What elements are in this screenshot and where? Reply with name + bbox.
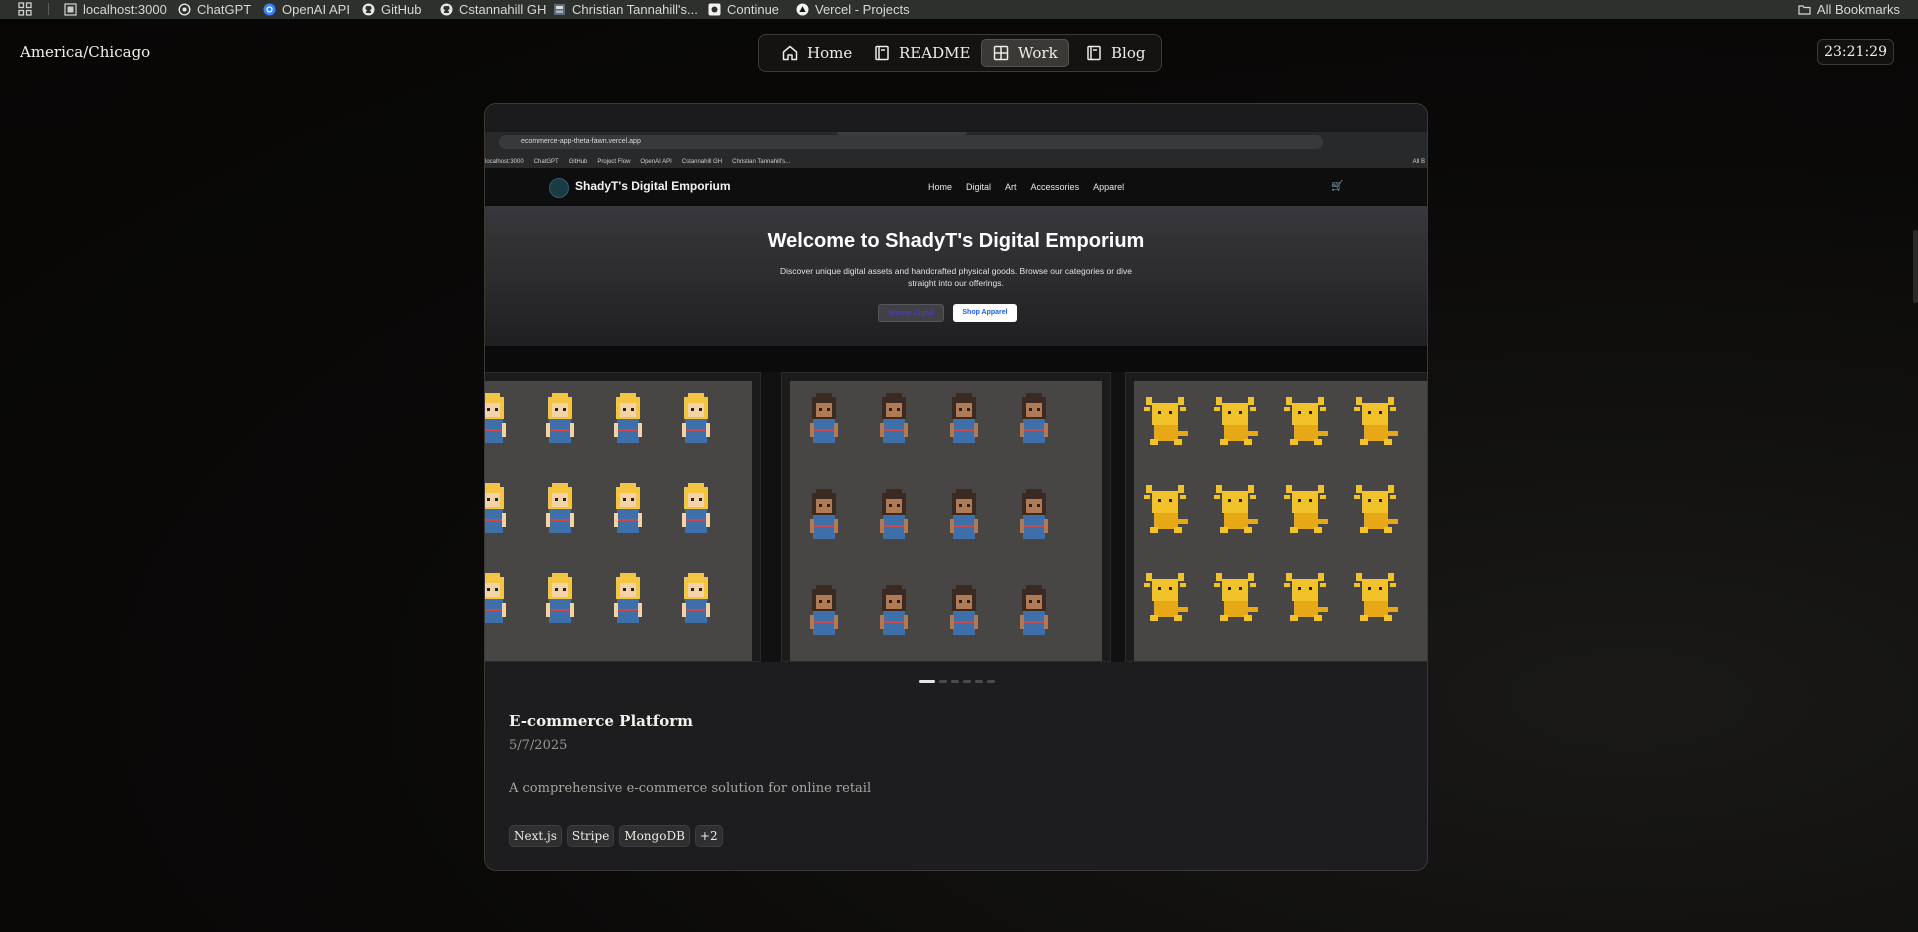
carousel-dots <box>919 680 995 683</box>
clock-display: 23:21:29 <box>1817 39 1894 65</box>
product-card-brunette <box>781 372 1111 662</box>
folder-icon <box>1798 5 1811 15</box>
apps-grid-icon[interactable] <box>18 2 32 19</box>
browse-digital-button: Browse Digital <box>878 304 944 322</box>
inner-bookmarks-bar: localhost:3000 ChatGPT GitHub Project Fl… <box>485 155 1427 168</box>
nav-readme[interactable]: README <box>863 39 980 67</box>
store-nav-links: Home Digital Art Accessories Apparel <box>928 182 1125 192</box>
card-top-band <box>485 104 1427 132</box>
vercel-icon <box>796 3 809 16</box>
bookmark-cstannahill-gh[interactable]: Cstannahill GH <box>440 0 546 19</box>
inner-url-bar: ecommerce-app-theta-fawn.vercel.app <box>499 135 1323 149</box>
project-title: E-commerce Platform <box>509 712 694 730</box>
continue-icon <box>708 3 721 16</box>
tag-more: +2 <box>694 825 723 847</box>
github-icon <box>362 3 375 16</box>
project-card[interactable]: ecommerce-app-theta-fawn.vercel.app loca… <box>484 103 1428 871</box>
product-card-axolotl <box>1125 372 1427 662</box>
timezone-label: America/Chicago <box>20 43 151 61</box>
project-description: A comprehensive e-commerce solution for … <box>509 781 872 796</box>
grid-icon <box>993 45 1009 61</box>
nav-blog[interactable]: Blog <box>1075 39 1155 67</box>
cart-icon: 🛒 <box>1331 181 1344 192</box>
hero-text: Discover unique digital assets and handc… <box>779 266 1132 288</box>
page-scrollbar[interactable] <box>1913 230 1918 303</box>
carousel-dot[interactable] <box>975 680 983 683</box>
book-icon <box>1087 45 1101 61</box>
bookmarks-bar: localhost:3000 ChatGPT OpenAI API GitHub… <box>0 0 1918 19</box>
github-icon <box>440 3 453 16</box>
inner-site-nav: ShadyT's Digital Emporium Home Digital A… <box>485 168 1427 206</box>
store-logo-icon <box>549 178 569 198</box>
product-card-blonde <box>485 372 761 662</box>
carousel-dot[interactable] <box>951 680 959 683</box>
bookmark-vercel-projects[interactable]: Vercel - Projects <box>796 0 910 19</box>
nav-home[interactable]: Home <box>771 39 862 67</box>
chatgpt-icon <box>178 3 191 16</box>
bookmark-continue[interactable]: Continue <box>708 0 779 19</box>
openai-icon <box>263 3 276 16</box>
bookmark-openai-api[interactable]: OpenAI API <box>263 0 350 19</box>
store-hero: Welcome to ShadyT's Digital Emporium Dis… <box>485 206 1427 346</box>
carousel-dot[interactable] <box>919 680 935 683</box>
bookmarks-separator <box>48 3 49 15</box>
store-brand: ShadyT's Digital Emporium <box>575 179 731 193</box>
project-screenshot: ecommerce-app-theta-fawn.vercel.app loca… <box>485 132 1427 662</box>
tag-mongodb: MongoDB <box>619 825 690 847</box>
tag-stripe: Stripe <box>566 825 615 847</box>
bookmark-github[interactable]: GitHub <box>362 0 421 19</box>
carousel-dot[interactable] <box>963 680 971 683</box>
sprite-sheet-brunette <box>790 381 1102 661</box>
carousel-dot[interactable] <box>987 680 995 683</box>
tech-tags: Next.js Stripe MongoDB +2 <box>509 825 723 847</box>
sprite-sheet-axolotl <box>1134 381 1427 661</box>
nav-work[interactable]: Work <box>981 39 1069 67</box>
shop-apparel-button: Shop Apparel <box>953 304 1017 322</box>
hero-title: Welcome to ShadyT's Digital Emporium <box>767 230 1145 252</box>
carousel-dot[interactable] <box>939 680 947 683</box>
bookmark-christian-tannahill[interactable]: Christian Tannahill's... <box>553 0 698 19</box>
project-date: 5/7/2025 <box>509 738 568 753</box>
home-icon <box>782 45 798 61</box>
main-nav: Home README Work Blog <box>758 34 1162 72</box>
sprite-sheet-blonde <box>485 381 752 661</box>
all-bookmarks-button[interactable]: All Bookmarks <box>1798 0 1900 19</box>
localhost-icon <box>64 3 77 16</box>
bookmark-localhost[interactable]: localhost:3000 <box>64 0 167 19</box>
bookmark-chatgpt[interactable]: ChatGPT <box>178 0 251 19</box>
product-grid <box>485 372 1427 662</box>
tag-nextjs: Next.js <box>509 825 562 847</box>
book-icon <box>875 45 889 61</box>
page-icon <box>554 4 565 15</box>
